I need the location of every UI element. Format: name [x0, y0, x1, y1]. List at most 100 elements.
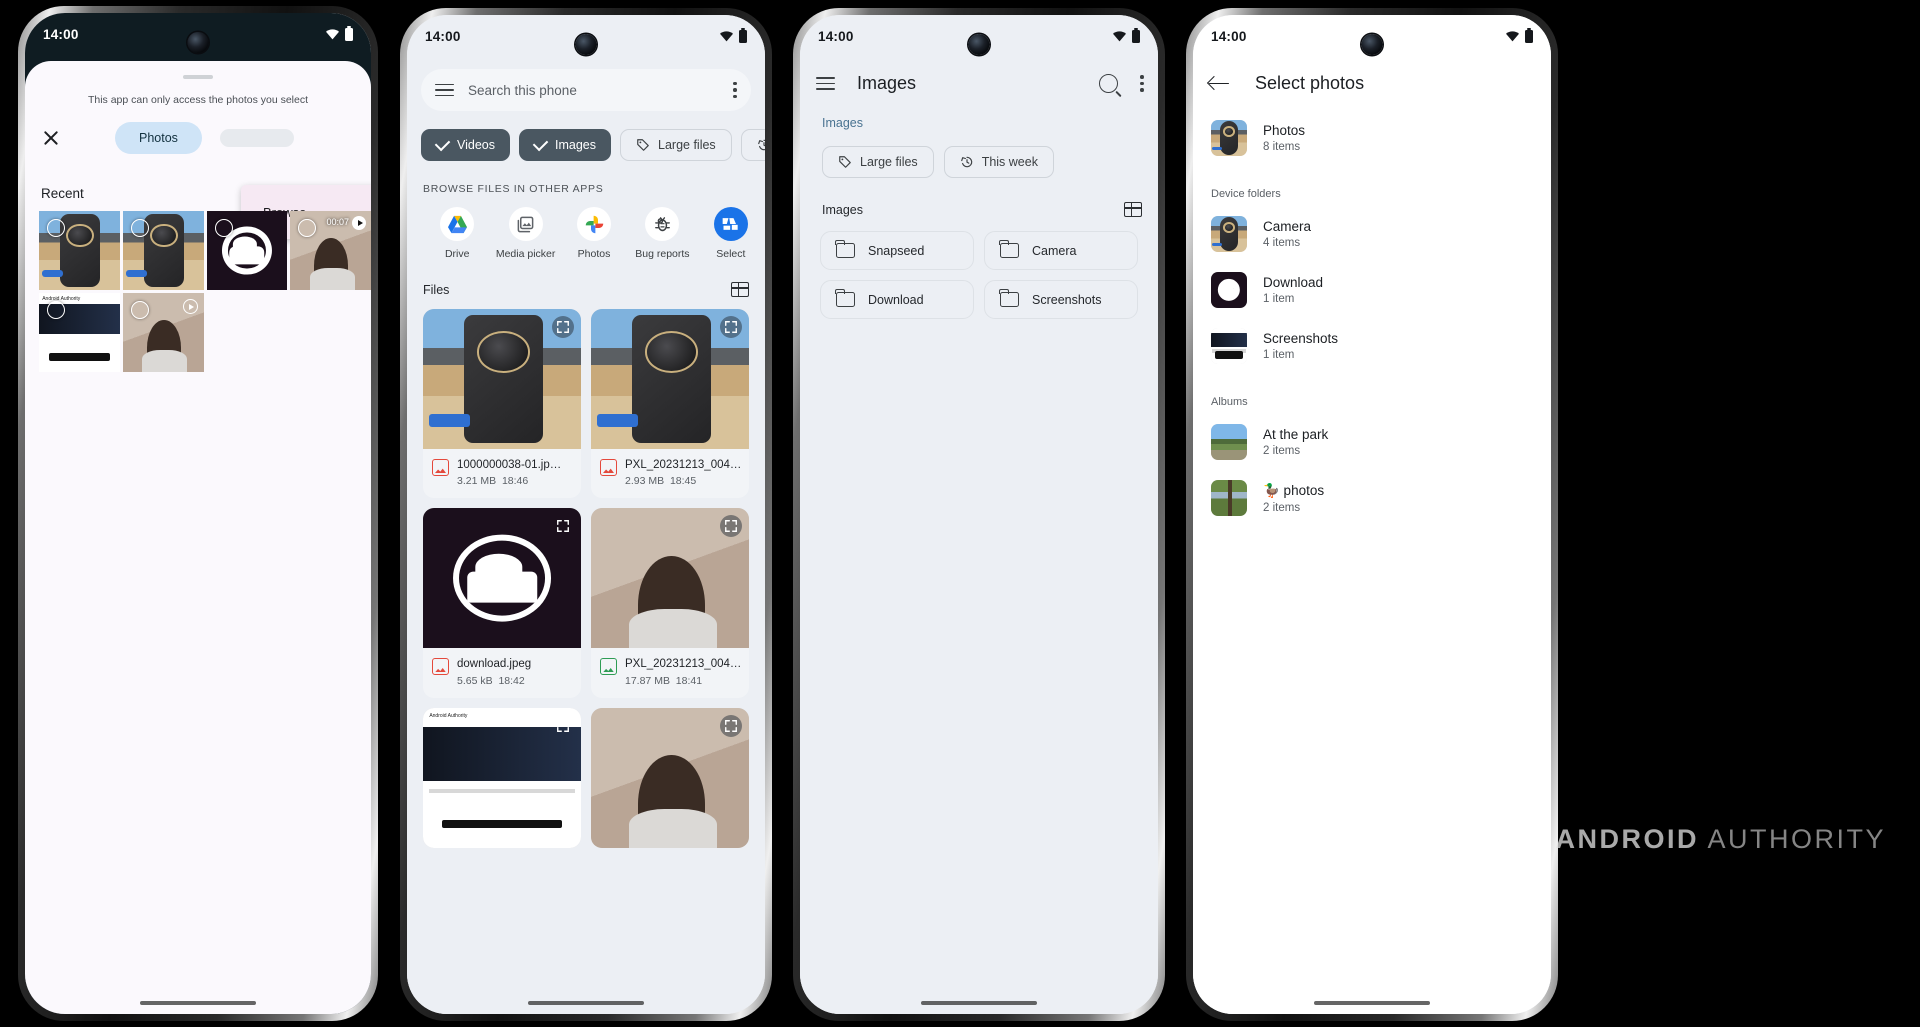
video-thumb[interactable]: 00:07	[290, 211, 371, 290]
file-thumbnail	[591, 309, 749, 449]
select-circle-icon[interactable]	[130, 219, 149, 237]
chip-label: Videos	[457, 138, 495, 152]
list-item-label: 🦆 photos	[1263, 482, 1325, 498]
photo-thumb[interactable]	[39, 211, 120, 290]
avatar	[1211, 480, 1247, 516]
search-icon[interactable]	[1099, 74, 1118, 93]
hamburger-icon[interactable]	[435, 83, 454, 97]
chip-large-files[interactable]: Large files	[822, 146, 934, 178]
sheet-drag-handle[interactable]	[183, 75, 213, 79]
folder-icon	[835, 288, 855, 307]
select-circle-icon[interactable]	[214, 219, 233, 237]
close-icon[interactable]	[39, 126, 63, 150]
history-icon	[757, 139, 765, 151]
app-label: Media picker	[495, 248, 556, 260]
image-file-icon	[600, 459, 617, 476]
folder-item[interactable]: Screenshots	[984, 280, 1138, 319]
expand-icon[interactable]	[720, 714, 742, 737]
chip-this-week[interactable]: This week	[943, 146, 1054, 178]
watermark-light: AUTHORITY	[1707, 824, 1886, 854]
folder-item[interactable]: Camera	[984, 231, 1138, 270]
file-card[interactable]: download.jpeg 5.65 kB 18:42	[423, 508, 581, 698]
photo-thumb[interactable]	[122, 211, 204, 290]
chip-this-week[interactable]: This we	[740, 129, 765, 161]
photo-thumb[interactable]	[206, 211, 288, 290]
expand-icon[interactable]	[720, 316, 742, 338]
hamburger-icon[interactable]	[816, 77, 835, 90]
file-card[interactable]: PXL_20231213_004… 17.87 MB 18:41	[591, 508, 749, 698]
file-card[interactable]: 1000000038-01.jp… 3.21 MB 18:46	[423, 309, 581, 499]
navigation-pill[interactable]	[1314, 1001, 1430, 1005]
list-item[interactable]: Camera 4 items	[1193, 206, 1551, 262]
list-item[interactable]: Screenshots 1 item	[1193, 318, 1551, 374]
list-item[interactable]: Photos 8 items	[1193, 110, 1551, 166]
select-circle-icon[interactable]	[47, 219, 65, 237]
battery-icon	[1525, 27, 1533, 43]
app-label: Bug reports	[635, 248, 690, 260]
list-item-count: 2 items	[1263, 445, 1301, 457]
status-clock: 14:00	[818, 28, 854, 44]
app-shortcut-photos[interactable]: Photos	[560, 207, 628, 260]
list-item[interactable]: 🦆 photos 2 items	[1193, 470, 1551, 526]
video-duration: 00:07	[326, 217, 349, 227]
select-circle-icon[interactable]	[47, 301, 65, 319]
avatar	[1211, 120, 1247, 156]
filter-chip-row: Large files This week	[800, 130, 1158, 178]
navigation-pill[interactable]	[140, 1001, 256, 1005]
file-card[interactable]: Android Authority	[423, 707, 581, 848]
list-view-icon[interactable]	[1124, 202, 1142, 217]
file-thumbnail	[423, 309, 581, 449]
app-shortcut-bug-reports[interactable]: Bug reports	[628, 207, 696, 260]
app-shortcut-media-picker[interactable]: Media picker	[491, 207, 559, 260]
file-card[interactable]: PXL_20231213_004… 2.93 MB 18:45	[591, 309, 749, 499]
chip-large-files[interactable]: Large files	[620, 129, 732, 161]
battery-icon	[345, 25, 353, 41]
search-input[interactable]: Search this phone	[468, 83, 719, 98]
expand-icon[interactable]	[552, 715, 574, 737]
file-card[interactable]	[591, 707, 749, 848]
breadcrumb[interactable]: Images	[800, 94, 1158, 130]
kebab-icon[interactable]	[1140, 75, 1144, 92]
tab-albums[interactable]	[219, 129, 294, 147]
folder-item[interactable]: Snapseed	[820, 231, 974, 270]
photo-thumb[interactable]: Android Authority	[39, 293, 120, 372]
play-icon	[352, 216, 366, 230]
folder-label: Screenshots	[1032, 292, 1102, 307]
app-shortcut-select[interactable]: Select	[697, 207, 765, 260]
folder-item[interactable]: Download	[820, 280, 974, 319]
list-item[interactable]: At the park 2 items	[1193, 414, 1551, 470]
chip-images[interactable]: Images	[519, 129, 611, 161]
phone-4: 14:00 Select photos Photos 8 items Devic…	[1186, 8, 1558, 1021]
list-view-icon[interactable]	[731, 282, 749, 297]
back-arrow-icon[interactable]	[1209, 75, 1231, 93]
list-item[interactable]: Download 1 item	[1193, 262, 1551, 318]
section-heading-albums: Albums	[1211, 396, 1248, 408]
browse-apps-heading: BROWSE FILES IN OTHER APPS	[423, 183, 604, 195]
navigation-pill[interactable]	[528, 1001, 644, 1005]
file-meta: 5.65 kB 18:42	[457, 674, 525, 687]
file-thumbnail	[423, 508, 581, 649]
file-name: 1000000038-01.jp…	[457, 459, 562, 471]
screenshot-stage: 14:00 This app can only access the photo…	[0, 0, 1920, 1027]
drive-icon	[440, 207, 475, 241]
tab-photos[interactable]: Photos	[115, 122, 202, 154]
file-thumbnail: Android Authority	[423, 707, 581, 848]
chip-label: This week	[981, 155, 1038, 169]
app-label: Drive	[444, 248, 470, 260]
navigation-pill[interactable]	[921, 1001, 1037, 1005]
expand-icon[interactable]	[552, 316, 574, 338]
app-label: Photos	[577, 248, 611, 260]
app-shortcut-row: Drive Media picker Photos Bug reports Se…	[407, 195, 765, 260]
check-icon	[532, 135, 549, 152]
bug-icon	[645, 207, 680, 241]
chip-videos[interactable]: Videos	[421, 129, 510, 161]
app-label: Select	[716, 248, 746, 260]
select-circle-icon[interactable]	[130, 301, 149, 319]
tag-icon	[839, 156, 851, 168]
media-picker-icon	[508, 207, 543, 241]
battery-icon	[1132, 27, 1140, 43]
kebab-icon[interactable]	[733, 81, 737, 99]
app-shortcut-drive[interactable]: Drive	[423, 207, 491, 260]
search-bar[interactable]: Search this phone	[421, 69, 751, 111]
video-thumb[interactable]	[122, 293, 204, 372]
